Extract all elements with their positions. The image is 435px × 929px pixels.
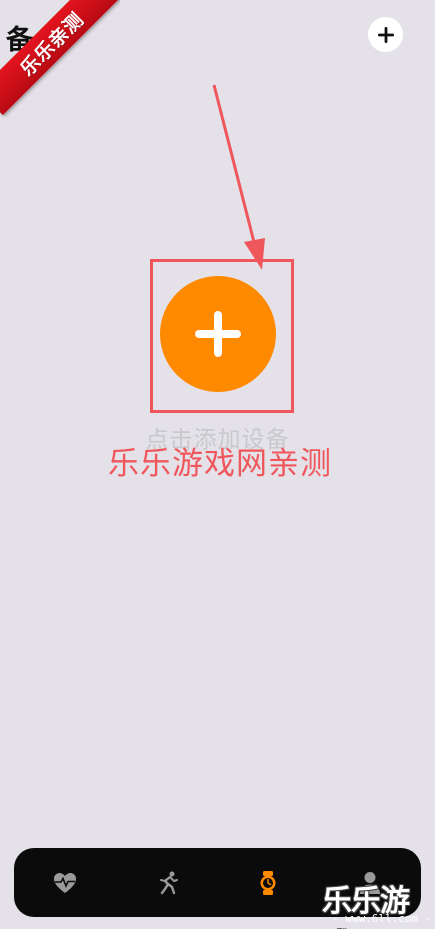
nav-item-device[interactable] bbox=[252, 867, 284, 899]
corner-logo-watermark: 乐乐游戏 - www.6ll.com - bbox=[322, 876, 435, 929]
corner-logo-url: - www.6ll.com - bbox=[332, 912, 432, 925]
running-icon bbox=[160, 871, 178, 895]
annotation-watermark-text: 乐乐游戏网亲测 bbox=[108, 446, 332, 482]
add-device-button[interactable] bbox=[160, 276, 276, 392]
plus-icon bbox=[195, 311, 241, 357]
heart-pulse-icon bbox=[54, 873, 76, 893]
nav-item-sport[interactable] bbox=[152, 867, 184, 899]
nav-item-health[interactable] bbox=[49, 867, 81, 899]
watch-icon bbox=[260, 871, 276, 895]
device-page: 备 乐乐亲测 点击添加设备 乐乐游戏网亲测 乐乐游 - www.6ll.com … bbox=[0, 0, 435, 929]
